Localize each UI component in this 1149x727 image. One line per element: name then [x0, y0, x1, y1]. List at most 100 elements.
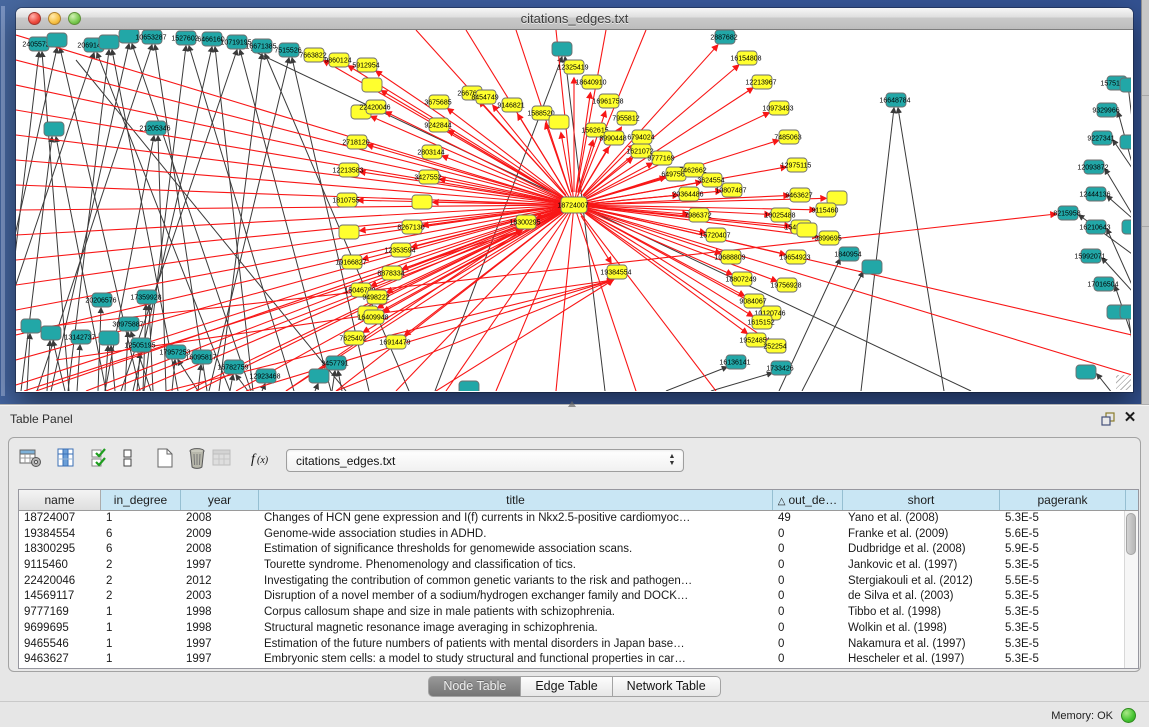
graph-node[interactable]: 20364486	[672, 187, 703, 201]
graph-node[interactable]	[1120, 305, 1131, 319]
graph-node[interactable]: 2718120	[342, 135, 369, 149]
graph-node[interactable]: 19384554	[600, 265, 631, 279]
select-all-columns-icon[interactable]	[90, 447, 110, 469]
graph-node[interactable]: 19654923	[779, 250, 810, 264]
tab-edge-table[interactable]: Edge Table	[521, 676, 612, 697]
graph-node[interactable]: 1840954	[834, 247, 861, 261]
graph-node[interactable]	[339, 225, 359, 239]
graph-node[interactable]	[459, 381, 479, 391]
graph-node[interactable]: 16210643	[1079, 220, 1110, 234]
table-row[interactable]: 969969511998Structural magnetic resonanc…	[19, 621, 1138, 637]
graph-node[interactable]: 9115460	[812, 203, 839, 217]
graph-node[interactable]: 9860124	[324, 53, 351, 67]
table-row[interactable]: 911546021997Tourette syndrome. Phenomeno…	[19, 558, 1138, 574]
function-builder-icon[interactable]: f(x)	[250, 447, 276, 469]
graph-node[interactable]: 6794024	[627, 130, 654, 144]
table-scrollbar[interactable]	[1124, 511, 1138, 668]
table-row[interactable]: 1872400712008Changes of HCN gene express…	[19, 511, 1138, 527]
graph-node[interactable]	[99, 35, 119, 49]
graph-node[interactable]: 2887682	[710, 30, 737, 44]
graph-node[interactable]: 16648784	[879, 93, 910, 107]
graph-node[interactable]	[1122, 220, 1131, 234]
graph-node[interactable]: 1810755	[332, 193, 359, 207]
graph-node[interactable]	[362, 78, 382, 92]
graph-node[interactable]	[862, 260, 882, 274]
table-selector-dropdown[interactable]: citations_edges.txt ▲▼	[286, 449, 684, 472]
graph-node[interactable]: 1527602	[171, 31, 198, 45]
graph-node[interactable]: 17359928	[130, 290, 161, 304]
graph-node[interactable]	[549, 115, 569, 129]
graph-node[interactable]	[1076, 365, 1096, 379]
graph-node[interactable]: 252254	[763, 339, 786, 353]
graph-node[interactable]	[552, 42, 572, 56]
graph-node[interactable]	[1120, 78, 1131, 92]
graph-node[interactable]	[21, 319, 41, 333]
delete-columns-icon[interactable]	[187, 447, 207, 469]
graph-node[interactable]: 15720407	[699, 228, 730, 242]
graph-node[interactable]	[309, 369, 329, 383]
table-header-cell-short[interactable]: short	[843, 490, 1000, 510]
graph-node[interactable]: 16136141	[719, 355, 750, 369]
tab-network-table[interactable]: Network Table	[613, 676, 721, 697]
graph-node[interactable]: 7485063	[774, 130, 801, 144]
table-row[interactable]: 977716911998Corpus callosum shape and si…	[19, 605, 1138, 621]
table-header-cell-name[interactable]: name	[19, 490, 101, 510]
graph-node[interactable]: 7625402	[339, 331, 366, 345]
table-mode-icon[interactable]	[19, 447, 43, 469]
table-row[interactable]: 946362711997Embryonic stem cells: a mode…	[19, 652, 1138, 668]
graph-node[interactable]: 1615152	[747, 315, 774, 329]
graph-node[interactable]: 2803144	[417, 145, 444, 159]
graph-node[interactable]: 12325419	[557, 60, 588, 74]
graph-node[interactable]: 7515526	[274, 43, 301, 57]
graph-node[interactable]	[41, 326, 61, 340]
table-row[interactable]: 1830029562008Estimation of significance …	[19, 542, 1138, 558]
graph-node[interactable]: 5912954	[352, 58, 379, 72]
graph-node[interactable]: 9146821	[497, 98, 524, 112]
table-row[interactable]: 2242004622012Investigating the contribut…	[19, 574, 1138, 590]
graph-node[interactable]: 12213967	[745, 75, 776, 89]
table-row[interactable]: 946554611997Estimation of the future num…	[19, 637, 1138, 653]
graph-node[interactable]: 8215958	[1053, 206, 1080, 220]
graph-node[interactable]: 21205346	[139, 121, 170, 135]
graph-node[interactable]: 9329966	[1092, 103, 1119, 117]
network-window-titlebar[interactable]: citations_edges.txt	[16, 8, 1133, 30]
table-header-cell-year[interactable]: year	[181, 490, 259, 510]
graph-node[interactable]	[99, 331, 119, 345]
table-header-cell-pagerank[interactable]: pagerank	[1000, 490, 1126, 510]
graph-node[interactable]: 7955812	[612, 111, 639, 125]
tab-node-table[interactable]: Node Table	[428, 676, 521, 697]
table-header-cell-in_degree[interactable]: in_degree	[101, 490, 181, 510]
graph-node[interactable]: 10025488	[764, 208, 795, 222]
graph-hub-node[interactable]: 18724007	[557, 197, 588, 213]
table-scrollbar-thumb[interactable]	[1126, 513, 1136, 555]
graph-node[interactable]: 13142737	[64, 330, 95, 344]
graph-node[interactable]: 12353594	[384, 243, 415, 257]
graph-node[interactable]: 15992071	[1074, 249, 1105, 263]
graph-node[interactable]: 18640910	[575, 75, 606, 89]
show-columns-icon[interactable]	[56, 447, 76, 469]
unselect-all-columns-icon[interactable]	[121, 447, 135, 469]
graph-node[interactable]: 9463627	[785, 188, 812, 202]
graph-node[interactable]: 10973493	[762, 101, 793, 115]
graph-node[interactable]: 12093872	[1077, 160, 1108, 174]
graph-node[interactable]	[1120, 135, 1131, 149]
close-panel-icon[interactable]: ✕	[1121, 409, 1139, 427]
create-column-icon[interactable]	[155, 447, 175, 469]
graph-node[interactable]	[412, 195, 432, 209]
graph-node[interactable]: 16961758	[592, 94, 623, 108]
graph-node[interactable]: 9227341	[1087, 131, 1114, 145]
table-header-cell-title[interactable]: title	[259, 490, 773, 510]
network-canvas[interactable]: 2405572420691406106532871527602646616010…	[16, 30, 1131, 391]
table-header-cell-out_de[interactable]: △out_de…	[773, 490, 843, 510]
graph-node[interactable]	[47, 33, 67, 47]
graph-node[interactable]: 9457791	[321, 356, 348, 370]
graph-node[interactable]: 17016504	[1087, 277, 1118, 291]
graph-node[interactable]: 10653287	[135, 30, 166, 44]
graph-node[interactable]	[44, 122, 64, 136]
table-row[interactable]: 1938455462009Genome-wide association stu…	[19, 527, 1138, 543]
graph-node[interactable]: 9242844	[424, 118, 451, 132]
float-panel-icon[interactable]	[1100, 411, 1116, 427]
graph-node[interactable]: 7663822	[299, 48, 326, 62]
window-resize-grip[interactable]	[1116, 375, 1131, 390]
graph-node[interactable]: 9899695	[814, 231, 841, 245]
